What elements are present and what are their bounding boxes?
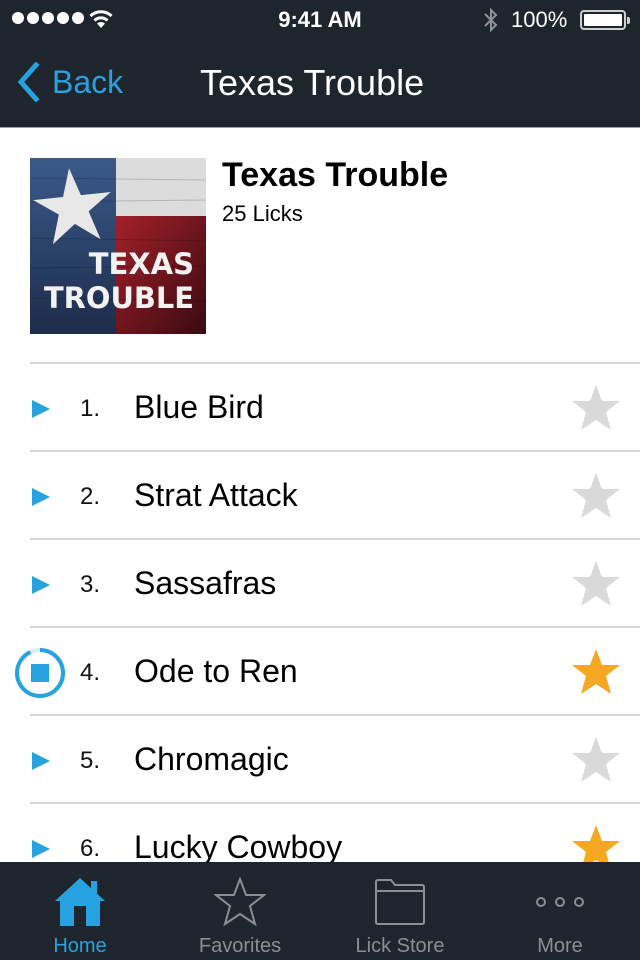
track-number: 2.: [80, 483, 101, 510]
page-title: Texas Trouble: [200, 62, 425, 103]
track-number: 1.: [80, 395, 101, 422]
tab-label: Lick Store: [355, 935, 445, 957]
favorite-star-icon[interactable]: [570, 383, 622, 433]
play-icon[interactable]: [32, 752, 50, 770]
star-outline-icon: [214, 877, 266, 927]
tab-label: Favorites: [198, 935, 282, 957]
track-number: 6.: [80, 835, 101, 862]
track-row[interactable]: 5. Chromagic: [0, 716, 640, 804]
texas-flag-artwork: TEXAS TROUBLE: [30, 158, 206, 334]
stop-progress-icon[interactable]: [14, 647, 66, 699]
favorite-star-icon[interactable]: [570, 471, 622, 521]
tab-label: More: [537, 935, 583, 957]
tab-more[interactable]: More: [480, 862, 640, 960]
play-icon[interactable]: [32, 488, 50, 506]
track-name: Blue Bird: [134, 389, 264, 425]
track-name: Ode to Ren: [134, 653, 298, 689]
top-bar: 9:41 AM 100% Back Texas Trouble: [0, 0, 640, 128]
home-icon: [55, 878, 105, 926]
track-number: 3.: [80, 571, 101, 598]
battery-icon: [580, 10, 630, 30]
status-bar: 9:41 AM 100%: [0, 0, 640, 40]
favorite-star-icon[interactable]: [570, 647, 622, 697]
battery-fill: [584, 14, 622, 26]
track-name: Chromagic: [134, 741, 289, 777]
play-icon[interactable]: [32, 576, 50, 594]
tab-favorites[interactable]: Favorites: [160, 862, 320, 960]
back-button[interactable]: Back: [16, 62, 123, 102]
tab-bar: Home Favorites Lick Store More: [0, 862, 640, 960]
track-name: Lucky Cowboy: [134, 829, 343, 865]
folder-icon: [375, 879, 425, 925]
cover-text-line2: TROUBLE: [44, 281, 194, 315]
more-icon: [536, 897, 584, 907]
tab-lick-store[interactable]: Lick Store: [320, 862, 480, 960]
track-row[interactable]: 1. Blue Bird: [0, 364, 640, 452]
battery-percent: 100%: [511, 7, 568, 32]
track-number: 4.: [80, 659, 101, 686]
album-title: Texas Trouble: [222, 156, 449, 194]
back-label: Back: [52, 63, 124, 100]
play-icon[interactable]: [32, 400, 50, 418]
track-name: Sassafras: [134, 565, 277, 601]
tab-home[interactable]: Home: [0, 862, 160, 960]
track-row[interactable]: 3. Sassafras: [0, 540, 640, 628]
track-number: 5.: [80, 747, 101, 774]
navigation-bar: Back Texas Trouble: [0, 40, 640, 128]
track-row[interactable]: 2. Strat Attack: [0, 452, 640, 540]
album-cover: TEXAS TROUBLE: [30, 158, 206, 334]
tab-label: Home: [53, 935, 107, 957]
track-name: Strat Attack: [134, 477, 298, 513]
chevron-left-icon: [17, 62, 40, 102]
bluetooth-icon: [484, 7, 498, 33]
track-row[interactable]: 4. Ode to Ren: [0, 628, 640, 716]
favorite-star-icon[interactable]: [570, 559, 622, 609]
cover-text-line1: TEXAS: [89, 247, 194, 281]
lick-count: 25 Licks: [222, 201, 303, 226]
play-icon[interactable]: [32, 840, 50, 858]
favorite-star-icon[interactable]: [570, 735, 622, 785]
